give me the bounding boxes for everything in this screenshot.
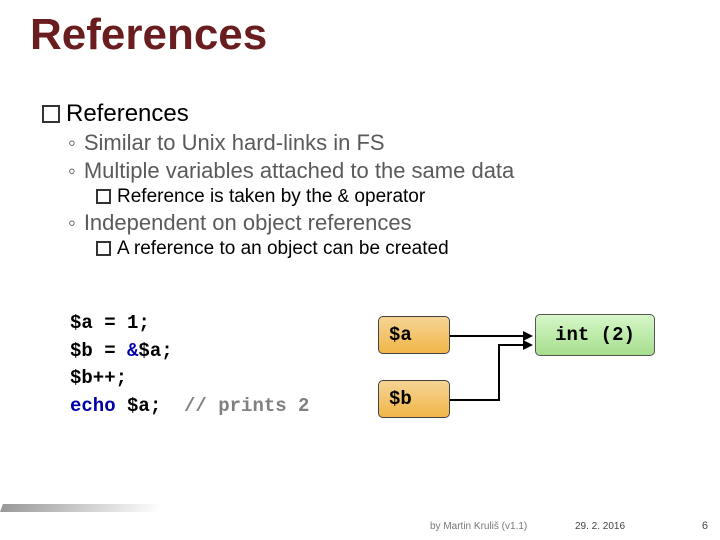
code-l2c: $a; [138, 340, 172, 362]
bullet-3-text: Independent on object references [84, 210, 412, 236]
circle-bullet-icon: ◦ [68, 210, 76, 236]
bullet-2a-pre: Reference is taken by the [117, 186, 338, 207]
code-l4-echo: echo [70, 395, 116, 417]
var-a-box: $a [378, 316, 450, 354]
bullet-3a: A reference to an object can be created [96, 238, 682, 260]
bullet-2a-post: operator [349, 186, 425, 207]
arrow-head-icon [523, 340, 533, 350]
bullet-1: ◦ Similar to Unix hard-links in FS [68, 130, 682, 156]
slide-title: References [30, 10, 267, 60]
code-l1: $a = 1; [70, 312, 150, 334]
code-l2-amp: & [127, 340, 138, 362]
section-heading-row: References [42, 100, 682, 128]
arrow-line [498, 344, 525, 346]
footer-date: 29. 2. 2016 [575, 521, 625, 532]
code-l4-arg: $a; [116, 395, 184, 417]
code-l4-comment: // prints 2 [184, 395, 309, 417]
circle-bullet-icon: ◦ [68, 158, 76, 184]
var-b-box: $b [378, 380, 450, 418]
circle-bullet-icon: ◦ [68, 130, 76, 156]
square-bullet-icon [42, 105, 60, 123]
value-box: int (2) [535, 314, 655, 356]
bullet-2-text: Multiple variables attached to the same … [84, 158, 514, 184]
bullet-3a-text: A reference to an object can be created [117, 238, 449, 260]
bullet-1-text: Similar to Unix hard-links in FS [84, 130, 385, 156]
section-heading: References [66, 100, 189, 128]
footer-page-number: 6 [702, 520, 708, 532]
footer-author: by Martin Kruliš (v1.1) [430, 521, 527, 532]
arrow-line [498, 344, 500, 401]
square-bullet-icon [96, 189, 111, 204]
bullet-2a: Reference is taken by the & operator [96, 186, 682, 208]
bullet-2: ◦ Multiple variables attached to the sam… [68, 158, 682, 184]
code-block: $a = 1; $b = &$a; $b++; echo $a; // prin… [70, 310, 309, 420]
decorative-stripe [0, 504, 163, 512]
bullet-3: ◦ Independent on object references [68, 210, 682, 236]
arrow-line [450, 399, 500, 401]
square-bullet-icon [96, 241, 111, 256]
bullet-2a-code: & [338, 186, 349, 208]
code-l2a: $b = [70, 340, 127, 362]
code-l3: $b++; [70, 367, 127, 389]
arrow-line [450, 335, 525, 337]
